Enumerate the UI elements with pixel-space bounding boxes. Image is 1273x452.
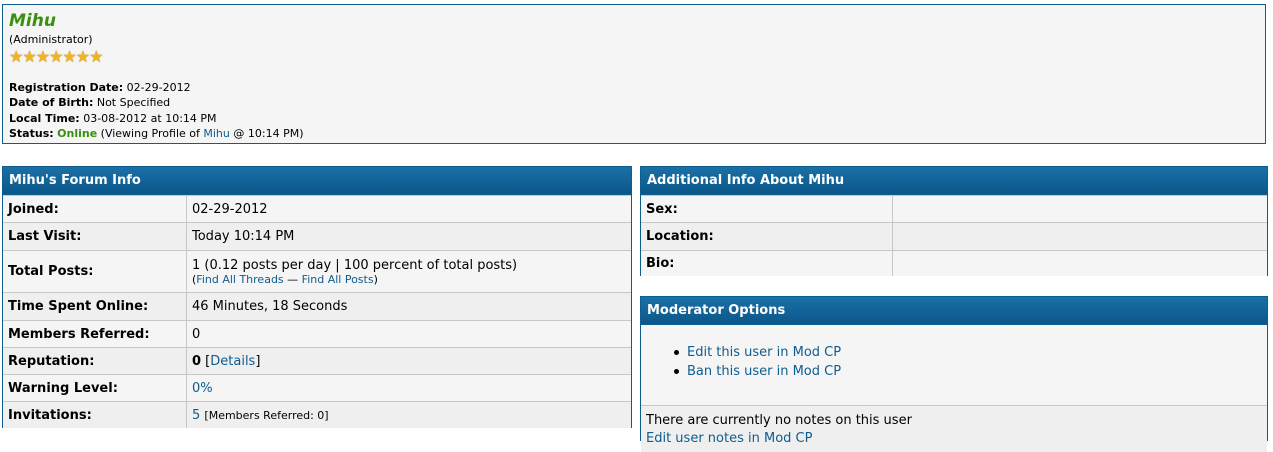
find-separator: — [287,272,299,286]
status-user-link[interactable]: Mihu [203,127,230,140]
warning-label: Warning Level: [3,375,187,401]
find-posts-link[interactable]: Find All Posts [302,273,374,286]
profile-usertitle: (Administrator) [9,33,93,46]
star-icon: ★ [22,47,37,66]
star-icon: ★ [75,47,91,66]
edit-user-notes-link[interactable]: Edit user notes in Mod CP [646,431,812,446]
ban-user-modcp-link[interactable]: Ban this user in Mod CP [687,362,841,381]
find-threads-link[interactable]: Find All Threads [196,273,283,286]
warning-value-link[interactable]: 0% [192,381,213,396]
moderator-options-panel: Moderator Options Edit this user in Mod … [640,296,1268,452]
warning-cell: 0% [187,375,631,401]
registration-value: 02-29-2012 [126,81,191,94]
sex-value [893,196,1267,222]
status-detail-prefix: (Viewing Profile of [100,126,200,140]
invitations-label: Invitations: [3,402,187,428]
sex-label: Sex: [641,196,893,222]
user-notes-section: There are currently no notes on this use… [641,406,1267,452]
reputation-details-link[interactable]: Details [210,354,255,369]
profile-username: Mihu [9,11,56,31]
location-value [893,223,1267,250]
star-icon: ★ [35,47,51,66]
totalposts-value: 1 (0.12 posts per day | 100 percent of t… [192,257,518,273]
joined-value: 02-29-2012 [187,196,631,222]
status-label: Status: [9,126,54,140]
registration-row: Registration Date: 02-29-2012 [9,80,1259,95]
registration-label: Registration Date: [9,81,124,94]
table-row: Last Visit: Today 10:14 PM [3,222,631,250]
profile-header: Mihu (Administrator) ★ ★ ★ ★ ★ ★ ★ Regis… [2,4,1266,144]
localtime-row: Local Time: 03-08-2012 at 10:14 PM [9,111,1259,126]
dob-row: Date of Birth: Not Specified [9,95,1259,110]
star-icon: ★ [62,47,77,66]
table-row: Invitations: 5 [Members Referred: 0] [3,401,631,428]
list-item: Ban this user in Mod CP [674,362,1267,381]
timeonline-label: Time Spent Online: [3,293,187,320]
bullet-icon [674,350,679,355]
joined-label: Joined: [3,196,187,222]
table-row: Joined: 02-29-2012 [3,195,631,222]
table-row: Members Referred: 0 [3,320,631,347]
timeonline-value: 46 Minutes, 18 Seconds [187,293,631,320]
referred-label: Members Referred: [3,321,187,347]
additional-info-table: Additional Info About Mihu Sex: Location… [640,166,1268,276]
referred-value: 0 [187,321,631,347]
table-row: Location: [641,222,1267,250]
location-label: Location: [641,223,893,250]
rank-stars: ★ ★ ★ ★ ★ ★ ★ [9,49,1259,66]
additional-info-title: Additional Info About Mihu [641,167,1267,195]
status-online: Online [57,126,98,140]
forum-info-table: Mihu's Forum Info Joined: 02-29-2012 Las… [2,166,632,428]
edit-user-modcp-link[interactable]: Edit this user in Mod CP [687,343,841,362]
bio-value [893,251,1267,276]
table-row: Warning Level: 0% [3,374,631,401]
user-notes-text: There are currently no notes on this use… [646,413,912,428]
forum-info-title: Mihu's Forum Info [3,167,631,195]
invitations-note: [Members Referred: 0] [204,408,329,422]
table-row: Total Posts: 1 (0.12 posts per day | 100… [3,250,631,292]
dob-label: Date of Birth: [9,96,94,110]
status-detail-suffix: @ 10:14 PM) [233,126,304,140]
reputation-label: Reputation: [3,348,187,374]
reputation-cell: 0 [Details] [187,348,631,374]
invitations-value-link[interactable]: 5 [192,408,200,423]
table-row: Sex: [641,195,1267,222]
totalposts-cell: 1 (0.12 posts per day | 100 percent of t… [187,251,631,292]
list-item: Edit this user in Mod CP [674,343,1267,362]
star-icon: ★ [89,47,104,66]
localtime-label: Local Time: [9,111,80,125]
totalposts-label: Total Posts: [3,251,187,292]
moderator-links-list: Edit this user in Mod CP Ban this user i… [641,325,1267,406]
lastvisit-label: Last Visit: [3,223,187,250]
localtime-value: 03-08-2012 at 10:14 PM [83,111,217,125]
table-row: Bio: [641,250,1267,276]
profile-info: Registration Date: 02-29-2012 Date of Bi… [9,80,1259,141]
invitations-cell: 5 [Members Referred: 0] [187,402,631,428]
reputation-value: 0 [192,353,202,369]
find-links: (Find All Threads — Find All Posts) [192,272,378,286]
table-row: Time Spent Online: 46 Minutes, 18 Second… [3,292,631,320]
status-row: Status: Online (Viewing Profile of Mihu … [9,126,1259,141]
bio-label: Bio: [641,251,893,276]
table-row: Reputation: 0 [Details] [3,347,631,374]
lastvisit-value: Today 10:14 PM [187,223,631,250]
bullet-icon [674,369,679,374]
dob-value: Not Specified [96,96,171,110]
moderator-options-title: Moderator Options [641,297,1267,325]
